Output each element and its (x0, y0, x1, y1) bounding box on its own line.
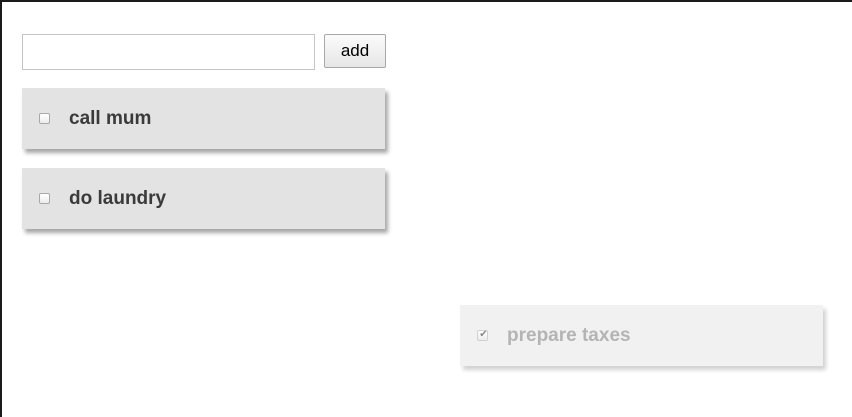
app-canvas: add call mum do laundry ✔ prepare taxes (0, 0, 852, 417)
todo-checkbox[interactable] (39, 113, 50, 124)
new-todo-input[interactable] (22, 34, 315, 70)
todo-checkbox[interactable] (39, 193, 50, 204)
todo-item[interactable]: call mum (22, 88, 385, 149)
todo-text: call mum (69, 107, 152, 129)
todo-item[interactable]: do laundry (22, 168, 385, 229)
add-button[interactable]: add (324, 34, 386, 68)
todo-text: prepare taxes (507, 324, 631, 346)
todo-item-completed[interactable]: ✔ prepare taxes (460, 305, 823, 366)
checkmark-icon: ✔ (479, 329, 488, 340)
todo-checkbox-checked[interactable]: ✔ (477, 329, 488, 341)
todo-text: do laundry (69, 187, 167, 209)
